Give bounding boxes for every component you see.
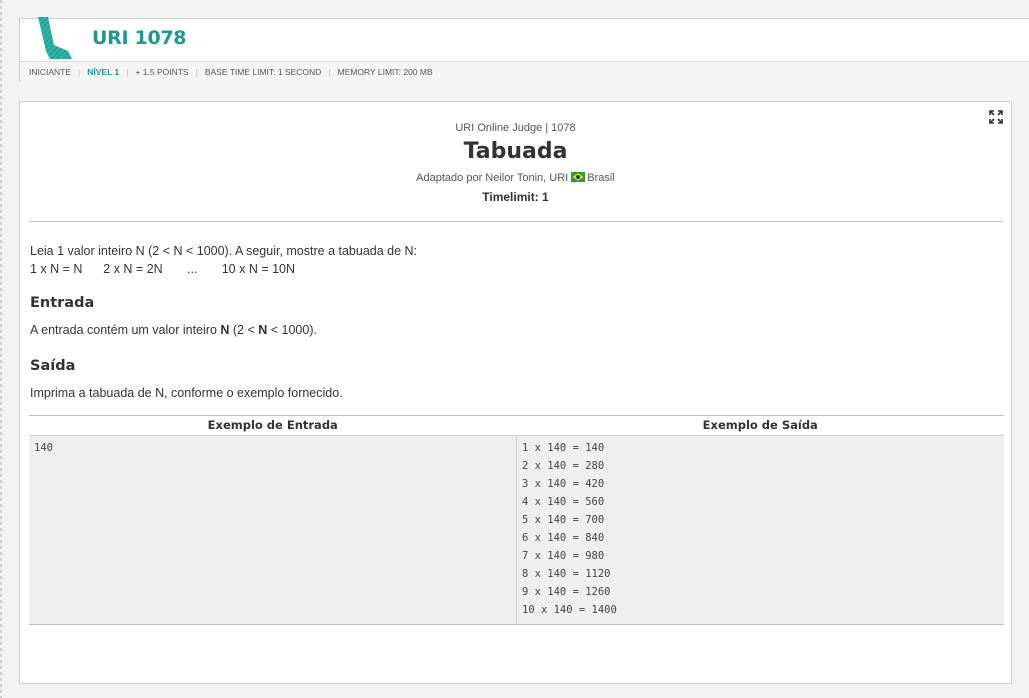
- example-output-line: 3 x 140 = 420: [522, 478, 605, 490]
- meta-separator: |: [195, 67, 198, 77]
- problem-title: Tabuada: [463, 139, 568, 164]
- examples-table: Exemplo de Entrada Exemplo de Saída 140 …: [29, 415, 1004, 625]
- problem-statement-card: URI Online Judge | 1078 Tabuada Adaptado…: [19, 101, 1012, 684]
- example-output-line: 8 x 140 = 1120: [522, 568, 611, 580]
- input-text-part: < 1000).: [267, 323, 317, 337]
- problem-name: URI 1078: [92, 27, 187, 49]
- output-section-text: Imprima a tabuada de N, conforme o exemp…: [30, 386, 343, 400]
- example-output-line: 2 x 140 = 280: [522, 460, 605, 472]
- level-label[interactable]: NÍVEL 1: [87, 67, 119, 77]
- example-input-header: Exemplo de Entrada: [207, 418, 338, 432]
- category-label[interactable]: INICIANTE: [29, 67, 71, 77]
- input-section-text: A entrada contém um valor inteiro N (2 <…: [30, 323, 317, 337]
- example-output-header: Exemplo de Saída: [702, 418, 818, 432]
- output-section-title: Saída: [30, 358, 76, 374]
- meta-separator: |: [126, 67, 129, 77]
- examples-body-row: 140 1 x 140 = 140 2 x 140 = 280 3 x 140 = …: [29, 436, 1004, 624]
- problem-header: URI 1078 INICIANTE | NÍVEL 1 | + 1.5 POI…: [19, 17, 1029, 82]
- input-text-part: A entrada contém um valor inteiro: [30, 323, 221, 337]
- problem-meta-bar: INICIANTE | NÍVEL 1 | + 1.5 POINTS | BAS…: [20, 61, 1029, 82]
- example-output-line: 9 x 140 = 1260: [522, 586, 611, 598]
- memory-limit-label: MEMORY LIMIT: 200 MB: [337, 67, 433, 77]
- input-section-title: Entrada: [30, 295, 95, 311]
- description-formula: 1 x N = N 2 x N = 2N ... 10 x N = 10N: [30, 262, 296, 276]
- description-text: Leia 1 valor inteiro N (2 < N < 1000). A…: [30, 244, 418, 258]
- example-input-cell[interactable]: 140: [29, 436, 516, 624]
- points-label: + 1.5 POINTS: [135, 67, 189, 77]
- author-text: Adaptado por Neilor Tonin, URI: [416, 172, 569, 184]
- judge-line: URI Online Judge | 1078: [455, 122, 576, 134]
- author-line: Adaptado por Neilor Tonin, URI Brasil: [20, 172, 1011, 184]
- input-text-bold: N: [258, 323, 268, 337]
- meta-separator: |: [328, 67, 331, 77]
- timelimit: Timelimit: 1: [482, 190, 549, 204]
- example-output-line: 4 x 140 = 560: [522, 496, 605, 508]
- example-output-line: 7 x 140 = 980: [522, 550, 605, 562]
- meta-separator: |: [78, 67, 81, 77]
- example-output-line: 6 x 140 = 840: [522, 532, 605, 544]
- country-label: Brasil: [587, 172, 615, 184]
- example-output-line: 1 x 140 = 140: [522, 442, 605, 454]
- time-limit-label: BASE TIME LIMIT: 1 SECOND: [204, 67, 322, 77]
- input-text-part: (2 <: [229, 323, 259, 337]
- example-output-line: 5 x 140 = 700: [522, 514, 605, 526]
- level-1-logo: [38, 17, 72, 59]
- left-border-decoration: [0, 0, 2, 698]
- examples-header-row: Exemplo de Entrada Exemplo de Saída: [29, 416, 1004, 436]
- example-output-line: 10 x 140 = 1400: [522, 604, 617, 616]
- example-output-cell[interactable]: 1 x 140 = 140 2 x 140 = 280 3 x 140 = 420 4…: [516, 436, 1004, 624]
- brazil-flag-icon: [571, 172, 586, 182]
- header-divider: [29, 221, 1003, 222]
- problem-description: Leia 1 valor inteiro N (2 < N < 1000). A…: [30, 242, 417, 278]
